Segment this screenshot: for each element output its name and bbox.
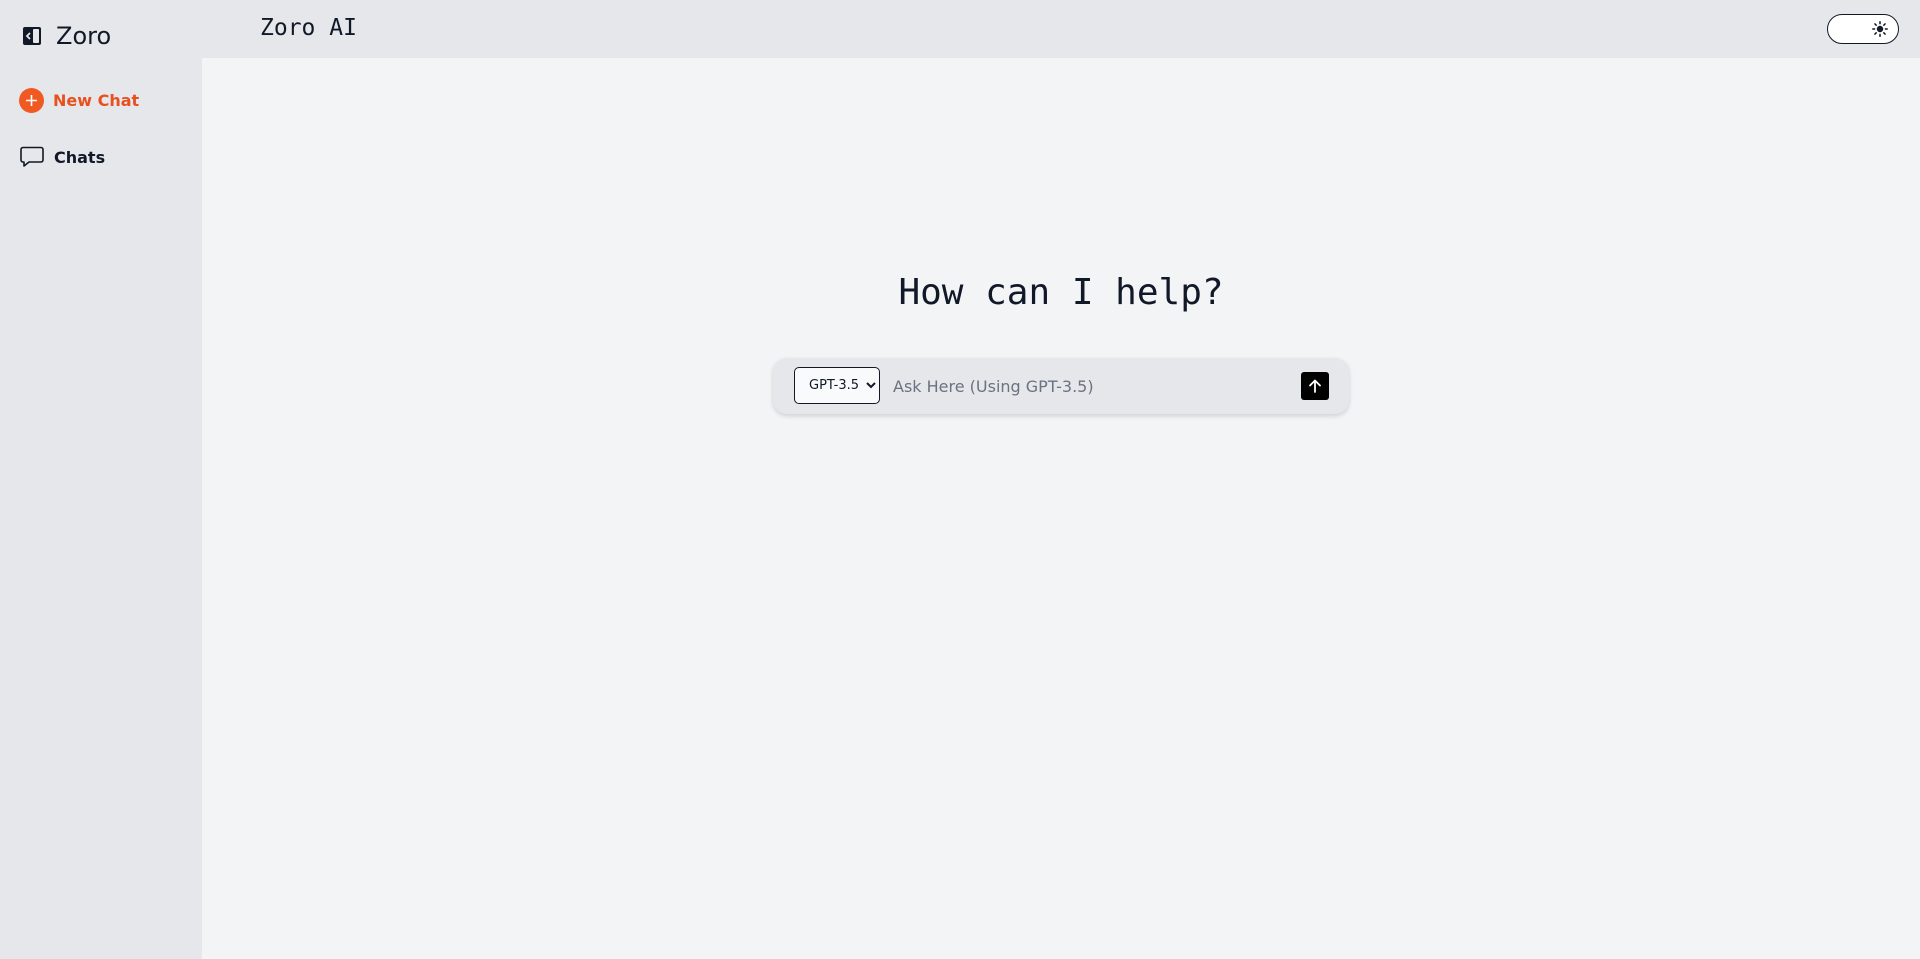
app-title: Zoro AI xyxy=(260,15,357,41)
send-button[interactable] xyxy=(1301,372,1329,400)
arrow-up-icon xyxy=(1309,379,1321,393)
theme-toggle-button[interactable] xyxy=(1827,14,1899,44)
plus-circle-icon xyxy=(19,88,44,113)
brand-name: Zoro xyxy=(56,22,112,50)
sidebar-toggle-icon[interactable] xyxy=(22,26,42,46)
sun-icon xyxy=(1872,21,1888,37)
page-heading: How can I help? xyxy=(898,272,1224,313)
sidebar-item-label: New Chat xyxy=(53,91,140,110)
sidebar: Zoro New Chat Chats xyxy=(0,0,202,959)
prompt-input[interactable] xyxy=(893,368,1293,404)
top-bar: Zoro AI xyxy=(202,0,1920,58)
sidebar-brand[interactable]: Zoro xyxy=(22,22,111,50)
sidebar-item-chats[interactable]: Chats xyxy=(19,145,105,169)
prompt-composer: GPT-3.5 xyxy=(773,358,1349,414)
sidebar-item-new-chat[interactable]: New Chat xyxy=(19,88,139,113)
main-area: How can I help? GPT-3.5 xyxy=(202,58,1920,959)
sidebar-item-label: Chats xyxy=(54,147,106,167)
chat-bubble-icon xyxy=(20,146,44,167)
model-select[interactable]: GPT-3.5 xyxy=(794,367,880,404)
